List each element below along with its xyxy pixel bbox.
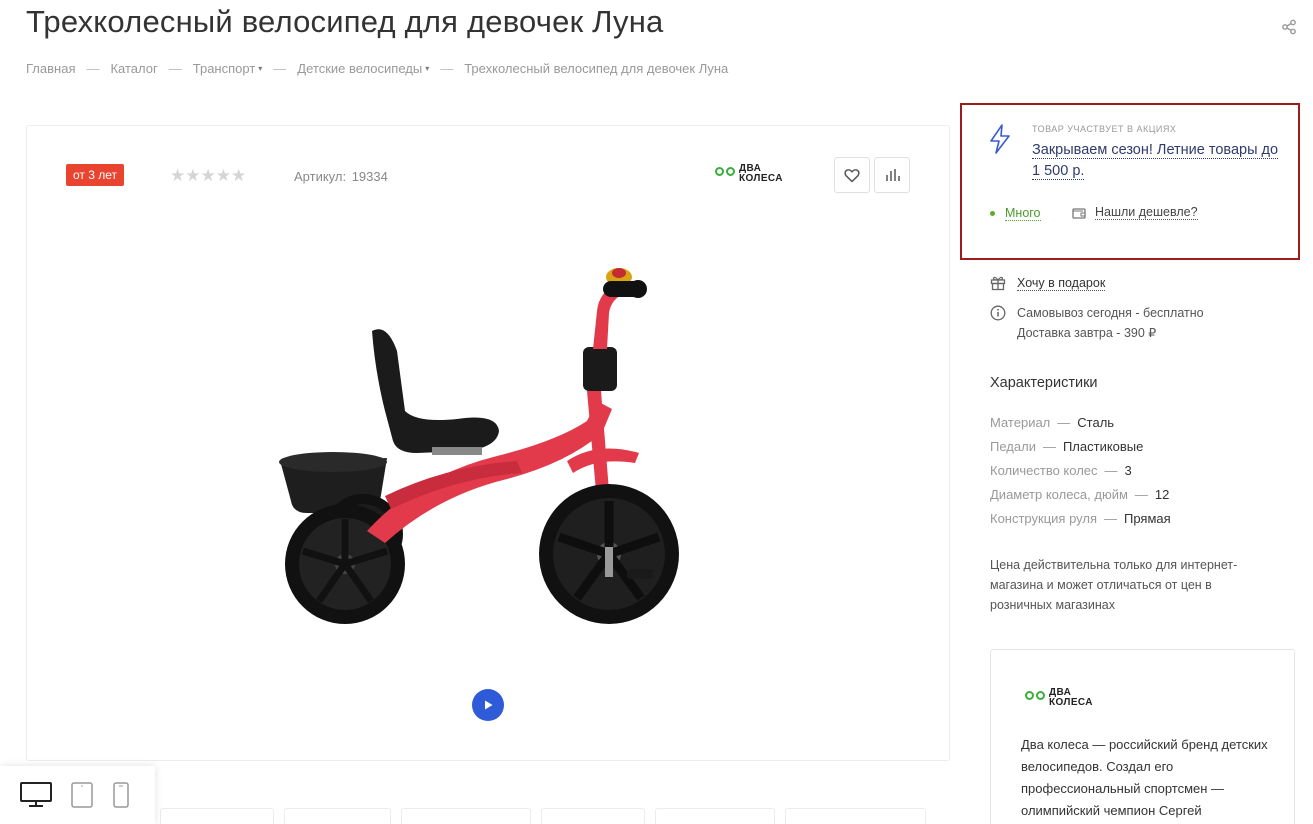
breadcrumb-label: Детские велосипеды <box>297 61 423 76</box>
compare-button[interactable] <box>874 157 910 193</box>
characteristic-row: Педали — Пластиковые <box>990 434 1171 458</box>
desktop-view-button[interactable] <box>20 782 52 808</box>
favorite-button[interactable] <box>834 157 870 193</box>
characteristic-value: 12 <box>1154 486 1170 502</box>
heart-icon <box>844 168 860 182</box>
desktop-icon <box>20 782 52 807</box>
characteristic-value: 3 <box>1124 462 1132 478</box>
characteristic-name: Конструкция руля <box>990 510 1097 526</box>
bar-chart-icon <box>885 169 900 181</box>
thumbnail[interactable] <box>160 808 274 824</box>
pickup-text: Самовывоз сегодня - бесплатно <box>1017 306 1204 320</box>
breadcrumb-separator: — <box>86 61 100 76</box>
brand-description: Два колеса — российский бренд детских ве… <box>1021 737 1268 818</box>
video-play-button[interactable] <box>472 689 504 721</box>
characteristics-title: Характеристики <box>990 375 1098 391</box>
share-icon <box>1282 19 1296 35</box>
characteristic-row: Материал — Сталь <box>990 410 1171 434</box>
breadcrumb-kids-bikes[interactable]: Детские велосипеды ▾ <box>297 61 429 76</box>
breadcrumb-transport[interactable]: Транспорт ▾ <box>193 61 263 76</box>
mobile-view-button[interactable] <box>112 782 130 808</box>
page-title: Трехколесный велосипед для девочек Луна <box>26 4 664 39</box>
brand-card-logo[interactable]: ДВА КОЛЕСА <box>1025 688 1093 708</box>
price-note: Цена действительна только для интернет-м… <box>990 558 1238 612</box>
tablet-view-button[interactable] <box>70 782 94 808</box>
breadcrumb-separator: — <box>440 61 454 76</box>
found-cheaper-link[interactable]: Нашли дешевле? <box>1072 205 1198 220</box>
play-icon <box>485 700 493 710</box>
tablet-icon <box>71 782 93 808</box>
promo-link-text: Закрываем сезон! Летние товары до 1 500 … <box>1032 142 1279 180</box>
characteristic-name: Количество колес <box>990 462 1098 478</box>
share-button[interactable] <box>1278 16 1300 38</box>
thumbnail[interactable] <box>541 808 645 824</box>
info-icon <box>990 305 1006 321</box>
breadcrumb-label: Транспорт <box>192 61 256 76</box>
logo-dots-icon <box>1025 690 1045 700</box>
brand-card: ДВА КОЛЕСА Два колеса — российский бренд… <box>990 649 1295 824</box>
logo-text-line2: КОЛЕСА <box>1049 697 1093 708</box>
brand-logo[interactable]: ДВА КОЛЕСА <box>715 164 783 184</box>
promo-panel: ТОВАР УЧАСТВУЕТ В АКЦИЯХ Закрываем сезон… <box>960 103 1300 260</box>
logo-dots-icon <box>715 166 735 176</box>
characteristic-dash: — <box>1057 414 1071 430</box>
delivery-info: Самовывоз сегодня - бесплатно Доставка з… <box>990 303 1204 343</box>
promo-link[interactable]: Закрываем сезон! Летние товары до 1 500 … <box>1032 140 1287 182</box>
breadcrumb-home[interactable]: Главная <box>26 61 75 76</box>
characteristic-dash: — <box>1134 486 1148 502</box>
breadcrumb-current: Трехколесный велосипед для девочек Луна <box>464 61 729 76</box>
gift-link[interactable]: Хочу в подарок <box>990 275 1106 291</box>
logo-text-line2: КОЛЕСА <box>739 173 783 184</box>
product-image[interactable] <box>267 251 707 641</box>
article-value: 19334 <box>351 169 388 184</box>
chevron-down-icon: ▾ <box>258 64 263 73</box>
chevron-down-icon: ▾ <box>425 64 430 73</box>
lightning-icon <box>988 124 1012 159</box>
gift-text: Хочу в подарок <box>1017 275 1106 291</box>
thumbnail-strip <box>160 808 926 824</box>
stock-text: Много <box>1005 206 1041 221</box>
breadcrumb: Главная — Каталог — Транспорт ▾ — Детские… <box>26 61 728 76</box>
age-badge: от 3 лет <box>66 164 125 186</box>
stock-status[interactable]: Много <box>990 206 1041 221</box>
characteristics-list: Материал — Сталь Педали — Пластиковые Ко… <box>990 410 1171 530</box>
characteristic-row: Количество колес — 3 <box>990 458 1171 482</box>
characteristic-name: Педали <box>990 438 1036 454</box>
thumbnail[interactable] <box>655 808 775 824</box>
characteristic-dash: — <box>1042 438 1056 454</box>
thumbnail[interactable] <box>284 808 391 824</box>
breadcrumb-separator: — <box>273 61 287 76</box>
breadcrumb-separator: — <box>168 61 182 76</box>
characteristic-name: Диаметр колеса, дюйм <box>990 486 1128 502</box>
rating-stars[interactable]: ★★★★★ <box>170 166 246 186</box>
device-switcher <box>0 766 155 824</box>
characteristic-row: Диаметр колеса, дюйм — 12 <box>990 482 1171 506</box>
characteristic-name: Материал <box>990 414 1051 430</box>
promo-tag: ТОВАР УЧАСТВУЕТ В АКЦИЯХ <box>1032 124 1177 134</box>
product-gallery: от 3 лет ★★★★★ Артикул: 19334 ДВА КОЛЕСА <box>26 125 950 761</box>
wallet-icon <box>1072 207 1086 219</box>
characteristic-dash: — <box>1104 510 1117 526</box>
breadcrumb-label: Каталог <box>110 61 158 76</box>
delivery-text: Доставка завтра - 390 ₽ <box>1017 326 1157 340</box>
characteristic-value: Пластиковые <box>1062 438 1144 454</box>
article-label: Артикул: <box>294 169 347 184</box>
gift-icon <box>990 276 1006 291</box>
breadcrumb-catalog[interactable]: Каталог <box>110 61 157 76</box>
characteristic-value: Сталь <box>1077 414 1115 430</box>
characteristic-dash: — <box>1104 462 1118 478</box>
found-cheaper-text: Нашли дешевле? <box>1095 205 1198 220</box>
article-number: Артикул: 19334 <box>294 169 388 184</box>
characteristic-value: Прямая <box>1124 510 1171 526</box>
thumbnail[interactable] <box>401 808 531 824</box>
mobile-icon <box>113 782 129 808</box>
stock-dot-icon <box>990 211 995 216</box>
thumbnail[interactable] <box>785 808 926 824</box>
breadcrumb-label: Главная <box>26 61 76 76</box>
characteristic-row: Конструкция руля — Прямая <box>990 506 1171 530</box>
